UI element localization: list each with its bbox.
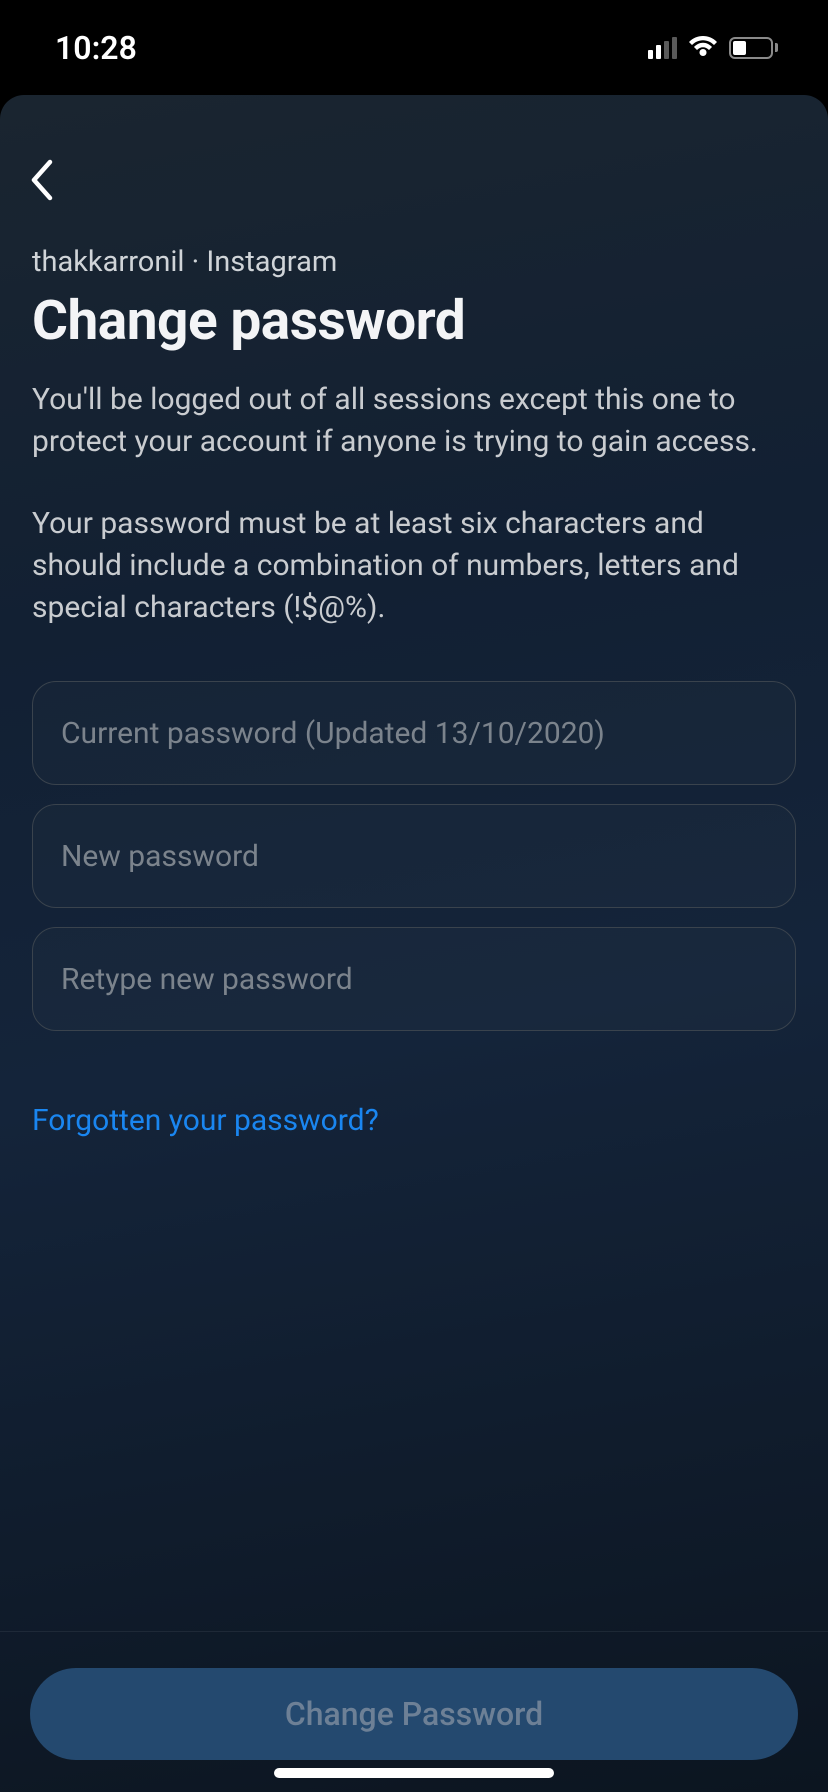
password-form	[32, 681, 796, 1031]
forgot-password-link[interactable]: Forgotten your password?	[32, 1103, 796, 1138]
cellular-signal-icon	[648, 37, 677, 59]
page-title: Change password	[32, 289, 796, 353]
new-password-input[interactable]	[32, 804, 796, 908]
home-indicator[interactable]	[274, 1768, 554, 1778]
status-icons	[648, 36, 778, 60]
status-time: 10:28	[55, 29, 137, 67]
status-bar: 10:28	[0, 0, 828, 95]
change-password-button[interactable]: Change Password	[30, 1668, 798, 1760]
current-password-input[interactable]	[32, 681, 796, 785]
breadcrumb: thakkarronil · Instagram	[32, 245, 796, 279]
retype-password-input[interactable]	[32, 927, 796, 1031]
back-button[interactable]	[28, 155, 78, 205]
modal-sheet: thakkarronil · Instagram Change password…	[0, 95, 828, 1792]
description-para-2: Your password must be at least six chara…	[32, 503, 796, 629]
page-description: You'll be logged out of all sessions exc…	[32, 379, 796, 629]
wifi-icon	[687, 36, 719, 60]
chevron-left-icon	[28, 158, 54, 202]
battery-icon	[729, 37, 778, 59]
description-para-1: You'll be logged out of all sessions exc…	[32, 382, 758, 459]
